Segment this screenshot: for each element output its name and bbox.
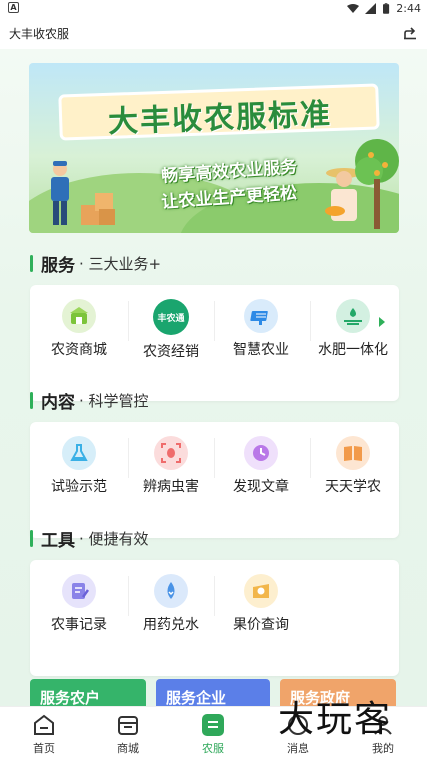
grid-item-irrigation[interactable]: 水肥一体化 [304,285,402,401]
content-card: 试验示范 辨病虫害 发现文章 天天学农 [30,422,399,538]
grid-item-label: 农资经销 [143,344,199,360]
section-header-content: 内容 · 科学管控 [30,389,149,413]
nav-label: 商城 [117,742,139,755]
promo-banner[interactable]: 大丰收农服标准 畅享高效农业服务 让农业生产更轻松 [29,63,399,233]
page-title: 大丰收农服 [9,27,70,41]
record-icon [62,574,96,608]
signal-icon [365,3,377,14]
grid-item-label: 发现文章 [233,479,289,495]
grid-item-label: 用药兑水 [143,617,199,633]
nav-label: 农服 [202,742,224,755]
grid-item-label: 辨病虫害 [143,479,199,495]
wifi-icon [347,4,360,13]
section-title: 工具 [41,530,75,551]
nav-item-home[interactable]: 首页 [2,713,86,759]
tools-card: 农事记录 用药兑水 果价查询 [30,560,399,676]
grid-item-label: 农资商城 [51,342,107,358]
nav-label: 首页 [33,742,55,755]
section-subtitle: · 三大业务+ [79,254,162,273]
fengnongtong-icon: 丰农通 [153,299,189,335]
price-icon [244,574,278,608]
grid-item-articles[interactable]: 发现文章 [212,422,310,538]
book-icon [336,436,370,470]
tab-serve-enterprises[interactable]: 服务企业 [156,679,270,706]
section-accent-bar [30,391,33,409]
share-icon[interactable] [403,26,417,40]
boxes-illustration [81,193,115,225]
grid-item-agri-store[interactable]: 农资商城 [30,285,128,401]
tree-illustration [355,139,399,229]
section-accent-bar [30,254,33,272]
chevron-right-icon[interactable] [375,315,389,329]
grid-item-label: 试验示范 [51,479,107,495]
grid-item-label: 农事记录 [51,617,107,633]
section-header-service: 服务 · 三大业务+ [30,252,162,276]
bug-scan-icon [154,436,188,470]
banner-title: 大丰收农服标准 [107,97,333,140]
grid-item-dosage-water[interactable]: 用药兑水 [122,560,220,676]
grid-item-farm-record[interactable]: 农事记录 [30,560,128,676]
flask-icon [62,436,96,470]
nav-item-farm-service[interactable]: 农服 [171,713,255,759]
grid-item-pest-identify[interactable]: 辨病虫害 [122,422,220,538]
service-card: 农资商城 丰农通 农资经销 智慧农业 水肥一体化 [30,285,399,401]
grid-item-label: 天天学农 [325,479,381,495]
section-title: 内容 [41,392,75,413]
section-title: 服务 [41,255,75,276]
farm-service-icon [202,714,224,736]
grid-item-fruit-price[interactable]: 果价查询 [212,560,310,676]
farmer-illustration [51,161,69,225]
grid-item-smart-farm[interactable]: 智慧农业 [212,285,310,401]
grid-item-label: 果价查询 [233,617,289,633]
app-bar: 大丰收农服 [0,17,427,49]
water-drop-icon [154,574,188,608]
grid-item-label: 水肥一体化 [318,342,388,358]
section-subtitle: · 科学管控 [79,391,149,410]
section-accent-bar [30,529,33,547]
grid-item-label: 智慧农业 [233,342,289,358]
mall-icon [118,716,138,735]
nav-label: 消息 [287,742,309,755]
notification-icon: A [8,2,19,13]
grid-item-daily-learning[interactable]: 天天学农 [304,422,402,538]
nav-label: 我的 [372,742,394,755]
main-content: 大丰收农服标准 畅享高效农业服务 让农业生产更轻松 服务 · 三大业务+ 农资商… [0,49,427,706]
grid-item-trial-demo[interactable]: 试验示范 [30,422,128,538]
battery-icon [383,3,390,14]
home-icon [34,714,54,735]
status-time: 2:44 [396,2,421,15]
nav-item-mall[interactable]: 商城 [86,713,170,759]
grid-item-agri-dealer[interactable]: 丰农通 农资经销 [122,285,220,401]
store-icon [62,299,96,333]
status-bar: A 2:44 [0,0,427,17]
section-subtitle: · 便捷有效 [79,529,149,548]
article-icon [244,436,278,470]
watermark: 大玩客 [278,699,393,740]
section-header-tools: 工具 · 便捷有效 [30,527,149,551]
irrigation-icon [336,299,370,333]
smart-farm-icon [244,299,278,333]
status-icons: 2:44 [347,2,421,15]
tab-serve-farmers[interactable]: 服务农户 [30,679,146,706]
